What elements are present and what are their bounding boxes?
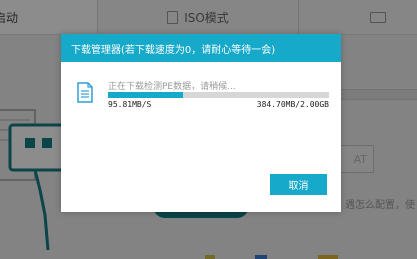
file-icon [77,82,93,103]
download-speed: 95.81MB/S [108,100,152,109]
dialog-header: 下载管理器(若下载速度为0，请耐心等待一会) [61,34,341,62]
download-manager-dialog: 下载管理器(若下载速度为0，请耐心等待一会) 正在下载检测PE数据，请稍候...… [61,34,341,212]
dialog-title: 下载管理器(若下载速度为0，请耐心等待一会) [71,44,276,56]
download-progress-fill [108,92,184,98]
download-progress-bar [108,92,329,98]
cancel-button-label: 取消 [288,181,309,192]
download-size: 384.70MB/2.00GB [256,100,329,109]
download-status-text: 正在下载检测PE数据，请稍候... [108,82,236,92]
cancel-button[interactable]: 取消 [270,174,327,195]
